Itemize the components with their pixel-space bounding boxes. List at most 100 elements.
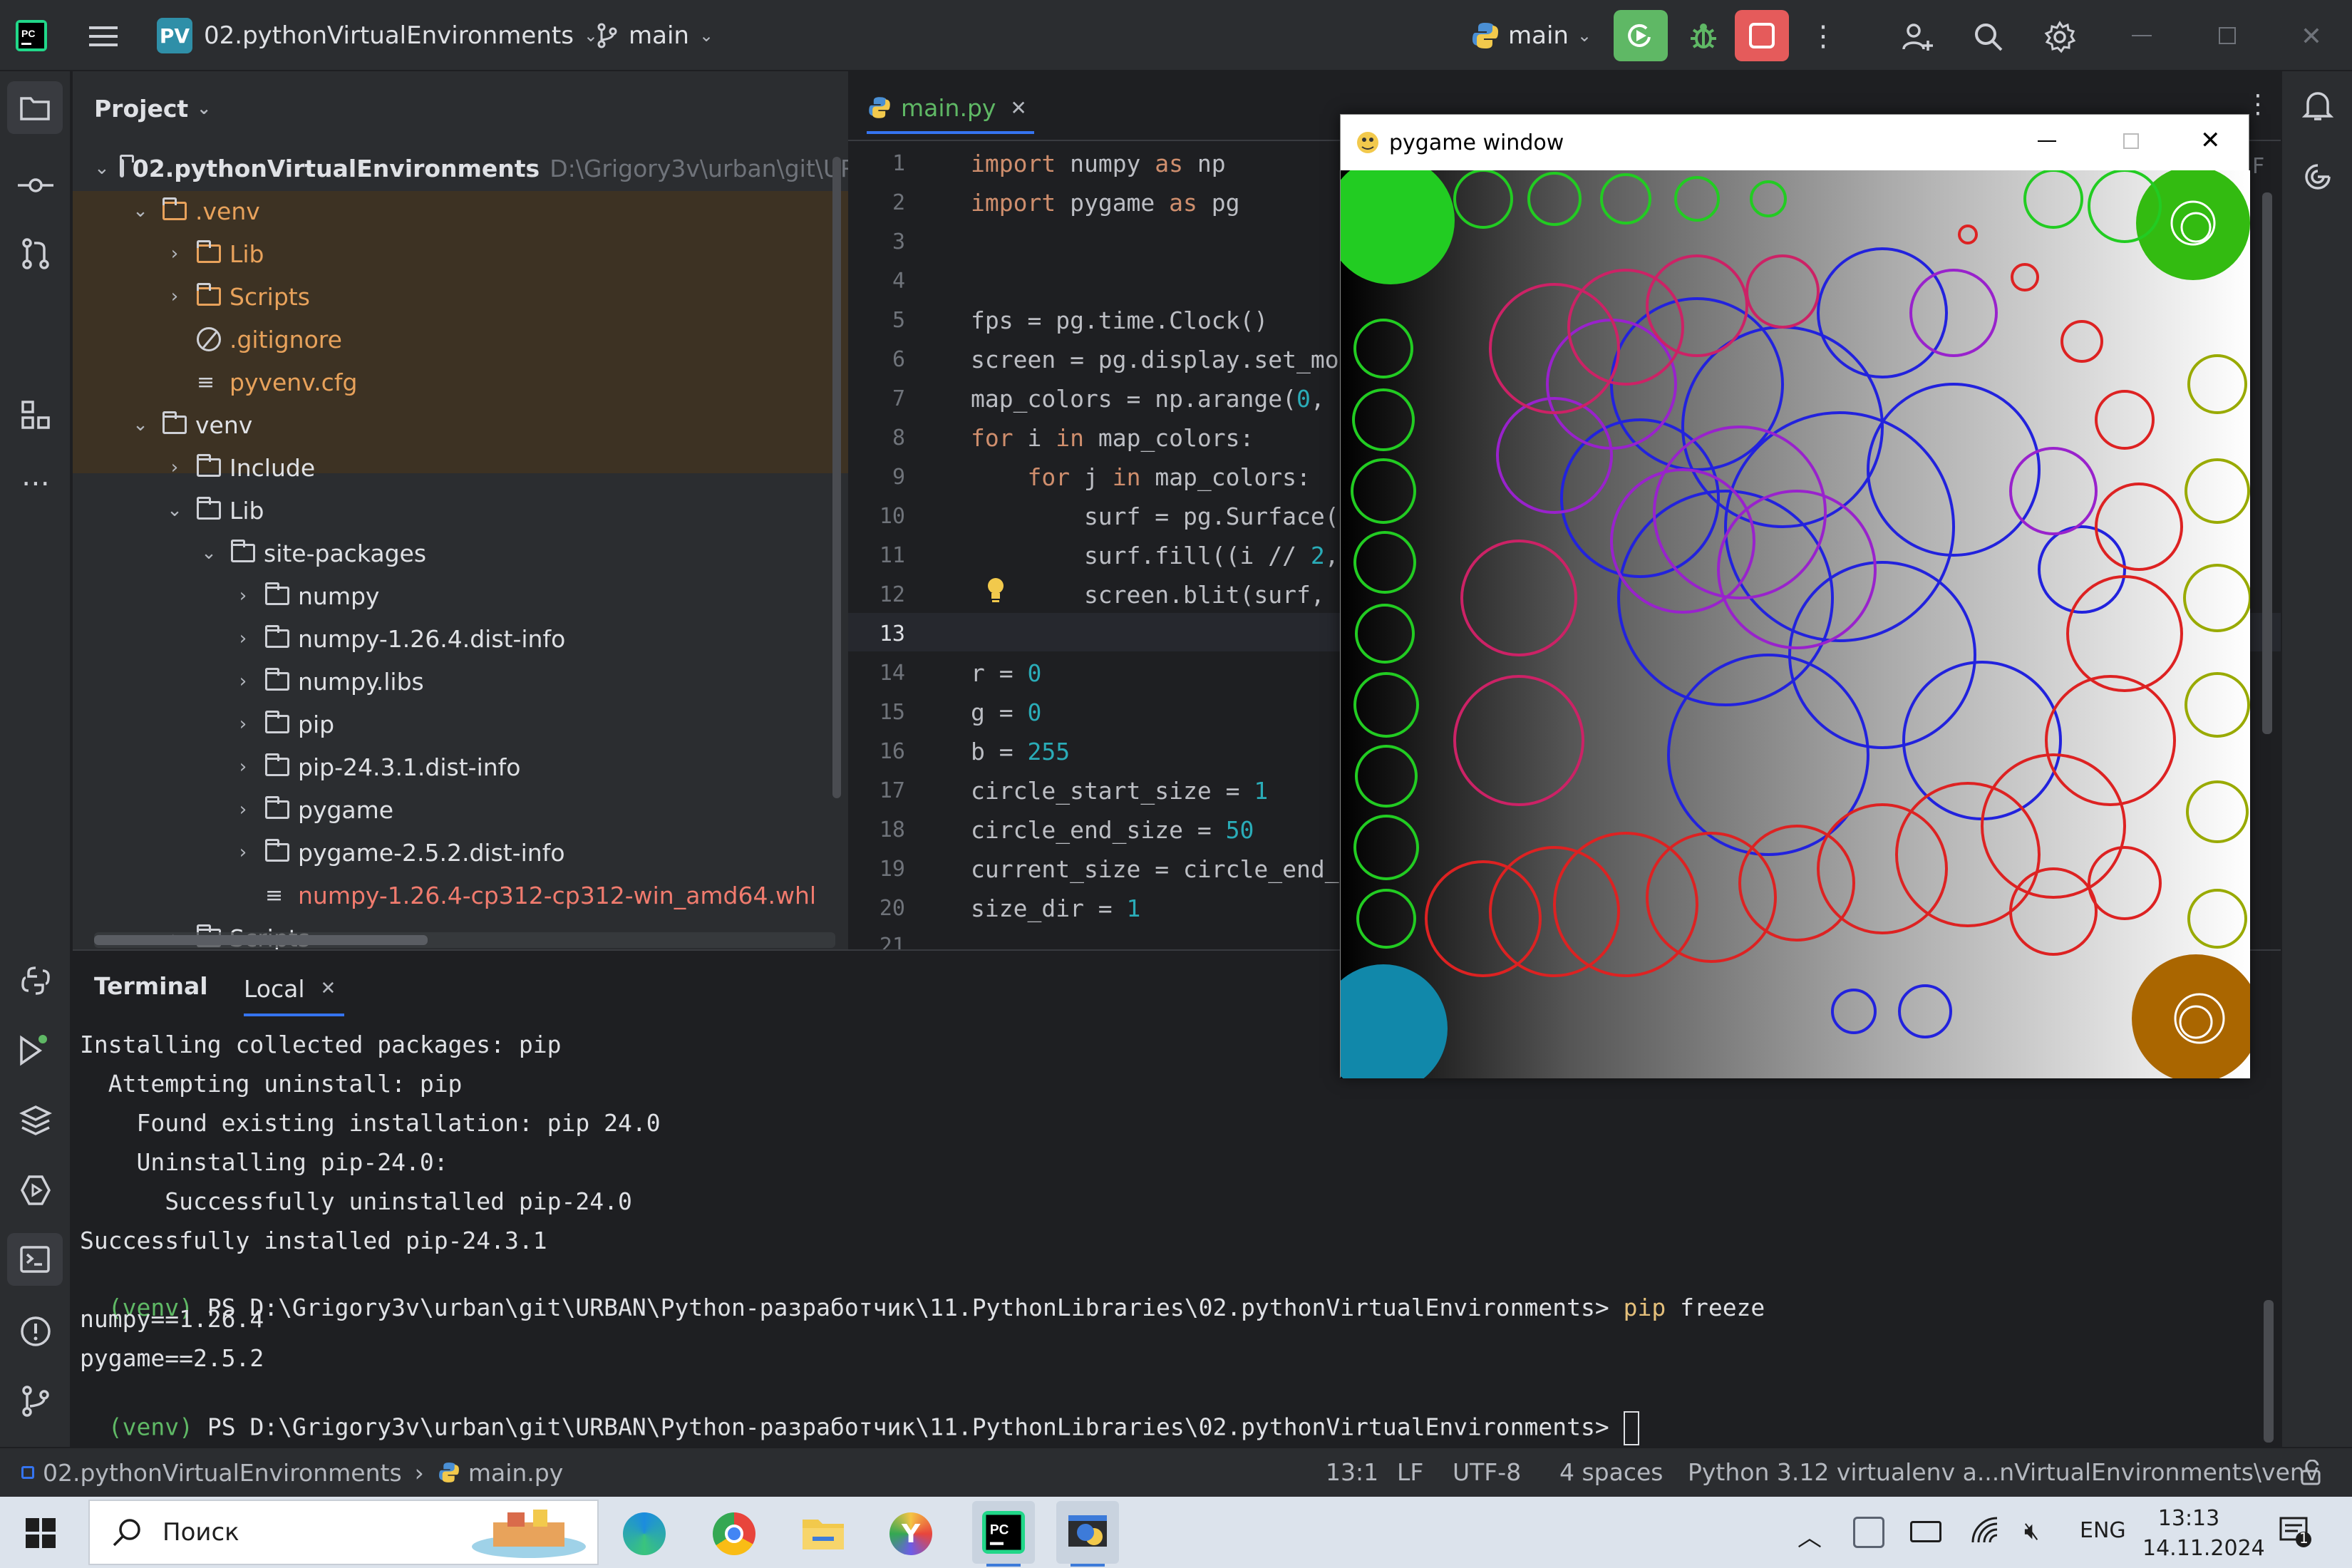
taskbar-search-box[interactable]: Поиск [88, 1500, 599, 1565]
tree-item-venv-hidden[interactable]: ⌄ .venv [128, 190, 260, 232]
lock-icon[interactable] [2299, 1459, 2323, 1485]
terminal-scrollbar[interactable] [2264, 1300, 2274, 1443]
version-control-icon[interactable] [14, 1380, 57, 1423]
tree-item-label: pygame [298, 795, 394, 824]
minimize-window-icon[interactable] [2038, 140, 2056, 142]
tree-item-gitignore[interactable]: .gitignore [197, 318, 342, 361]
close-tab-icon[interactable]: ✕ [1010, 96, 1026, 120]
breadcrumb-file[interactable]: main.py [468, 1459, 563, 1487]
pygame-taskbar-icon[interactable] [1056, 1501, 1119, 1564]
add-user-icon[interactable] [1897, 17, 1937, 57]
pull-requests-icon[interactable] [14, 232, 57, 275]
settings-gear-icon[interactable] [2040, 17, 2080, 57]
run-config-selector[interactable]: main ⌄ [1470, 0, 1592, 71]
windows-security-icon[interactable] [1853, 1517, 1884, 1548]
services-icon[interactable] [14, 1169, 57, 1212]
terminal-line: numpy==1.26.4 [80, 1305, 264, 1333]
python-interpreter[interactable]: Python 3.12 virtualenv a...nVirtualEnvir… [1688, 1458, 2319, 1486]
project-panel-header[interactable]: Project ⌄ [94, 87, 211, 130]
tree-item-label: numpy-1.26.4-cp312-cp312-win_amd64.whl [298, 881, 817, 909]
terminal-local-tab[interactable]: Local ✕ [244, 964, 345, 1016]
project-tool-button[interactable] [7, 81, 63, 134]
maximize-window-icon[interactable] [2123, 133, 2139, 149]
tree-item-label: numpy [298, 582, 380, 610]
project-switcher[interactable]: PV 02.pythonVirtualEnvironments ⌄ [157, 0, 598, 71]
pygame-window[interactable]: pygame window ✕ [1319, 114, 2260, 1093]
python-console-icon[interactable] [14, 959, 57, 1002]
line-separator[interactable]: LF [1397, 1458, 1423, 1486]
more-tools-icon[interactable]: ⋯ [14, 462, 57, 505]
cursor-position[interactable]: 13:1 [1326, 1458, 1378, 1486]
tree-item-pip[interactable]: › pip [231, 703, 334, 746]
tree-item-include[interactable]: › Include [163, 446, 315, 489]
problems-icon[interactable] [14, 1310, 57, 1353]
close-tab-icon[interactable]: ✕ [321, 978, 336, 999]
tree-item-site-packages[interactable]: ⌄ site-packages [197, 532, 426, 574]
rerun-button[interactable] [1614, 10, 1668, 61]
language-indicator[interactable]: ENG [2080, 1518, 2126, 1543]
tree-item-pygame-dist-info[interactable]: › pygame-2.5.2.dist-info [231, 831, 565, 874]
tree-item-lib[interactable]: ⌄ Lib [163, 489, 264, 532]
tree-root[interactable]: ⌄ 02.pythonVirtualEnvironments D:\Grigor… [94, 147, 848, 190]
close-window-icon[interactable]: ✕ [2200, 126, 2221, 155]
python-packages-icon[interactable] [14, 1099, 57, 1142]
tree-item-scripts[interactable]: › Scripts [163, 275, 310, 318]
yandex-browser-icon[interactable]: Y [889, 1512, 932, 1555]
editor-vertical-scrollbar[interactable] [2262, 192, 2272, 734]
clock[interactable]: 13:13 14.11.2024 [2142, 1504, 2265, 1564]
tree-item-numpy-dist-info[interactable]: › numpy-1.26.4.dist-info [231, 617, 565, 660]
lightbulb-icon[interactable] [985, 576, 1006, 604]
minimize-window-icon[interactable] [2124, 21, 2160, 50]
tree-item-numpy[interactable]: › numpy [231, 574, 380, 617]
file-encoding[interactable]: UTF-8 [1453, 1458, 1521, 1486]
terminal-prompt-line[interactable]: (venv) PS D:\Grigory3v\urban\git\URBAN\P… [80, 1383, 1639, 1445]
terminal-cursor [1623, 1411, 1639, 1445]
main-menu-icon[interactable] [86, 19, 121, 54]
chrome-browser-icon[interactable] [713, 1512, 755, 1555]
tree-item-lib[interactable]: › Lib [163, 232, 264, 275]
python-file-icon [438, 1463, 459, 1482]
windows-start-icon[interactable] [26, 1518, 56, 1548]
chevron-up-icon[interactable]: ︿ [1797, 1518, 1822, 1553]
commit-icon[interactable] [14, 164, 57, 207]
search-icon[interactable] [1969, 17, 2008, 57]
wifi-icon[interactable] [1970, 1515, 2001, 1547]
folder-icon [197, 240, 221, 263]
tree-root-label: 02.pythonVirtualEnvironments [132, 154, 540, 182]
pygame-window-titlebar[interactable]: pygame window ✕ [1341, 115, 2249, 170]
terminal-line: Uninstalling pip-24.0: [80, 1148, 448, 1176]
file-explorer-icon[interactable] [801, 1515, 845, 1551]
tree-item-pygame[interactable]: › pygame [231, 788, 393, 831]
tree-item-whl[interactable]: ≡ numpy-1.26.4-cp312-cp312-win_amd64.whl [265, 874, 816, 917]
debug-icon[interactable] [1683, 16, 1723, 56]
branch-switcher[interactable]: main ⌄ [596, 0, 713, 71]
tree-item-numpy-libs[interactable]: › numpy.libs [231, 660, 424, 703]
line-number: 2 [892, 190, 905, 215]
battery-icon[interactable] [1910, 1521, 1941, 1542]
ai-assistant-icon[interactable] [2298, 157, 2338, 197]
run-tool-icon[interactable] [14, 1029, 48, 1072]
pycharm-taskbar-icon[interactable]: PC [972, 1501, 1035, 1564]
indent-setting[interactable]: 4 spaces [1559, 1458, 1664, 1486]
horizontal-scrollbar-thumb[interactable] [94, 935, 428, 945]
tree-item-pyvenv-cfg[interactable]: ≡ pyvenv.cfg [197, 361, 357, 403]
more-actions-icon[interactable]: ⋮ [1809, 19, 1837, 54]
notifications-bell-icon[interactable] [2298, 86, 2338, 125]
terminal-tab[interactable]: Terminal [94, 972, 208, 1000]
pycharm-logo-icon[interactable]: PC [13, 17, 50, 54]
close-window-icon[interactable]: ✕ [2294, 19, 2329, 54]
pygame-canvas[interactable] [1319, 156, 2260, 1093]
breadcrumb-project[interactable]: 02.pythonVirtualEnvironments [43, 1459, 402, 1487]
structure-icon[interactable] [14, 393, 57, 436]
tree-item-pip-dist-info[interactable]: › pip-24.3.1.dist-info [231, 746, 521, 788]
volume-muted-icon[interactable]: 🔇︎ [2024, 1517, 2039, 1545]
editor-tab-main-py[interactable]: main.py ✕ [867, 84, 1034, 134]
edge-browser-icon[interactable] [623, 1512, 666, 1555]
code-line: r = 0 [971, 659, 1042, 687]
notification-center-icon[interactable]: 1 [2278, 1514, 2314, 1549]
stop-button[interactable] [1735, 10, 1789, 61]
vertical-scrollbar[interactable] [832, 157, 841, 798]
maximize-window-icon[interactable] [2209, 21, 2245, 50]
tree-item-venv[interactable]: ⌄ venv [128, 403, 252, 446]
terminal-tool-button[interactable] [7, 1233, 63, 1286]
